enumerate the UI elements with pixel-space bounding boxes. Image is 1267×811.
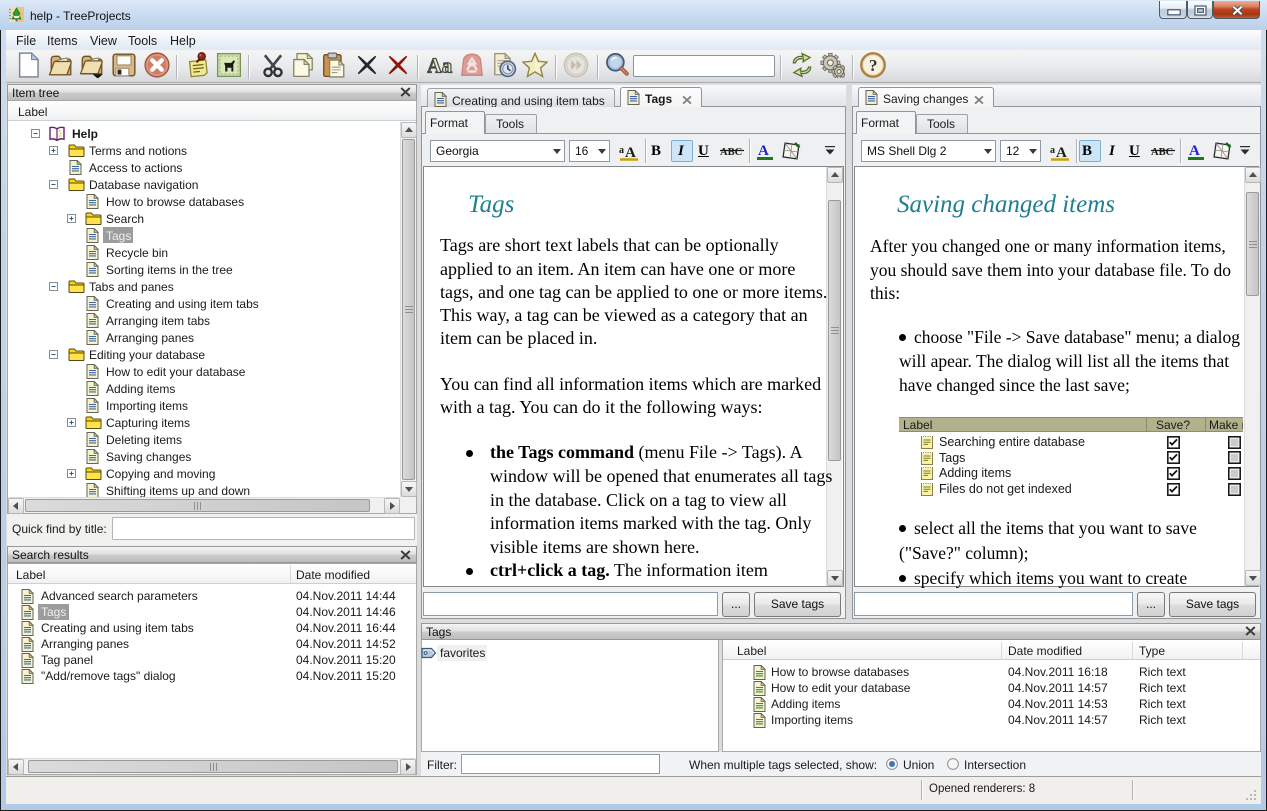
svg-text:A: A <box>1189 143 1200 159</box>
svg-text:A: A <box>758 143 769 159</box>
svg-text:ABC: ABC <box>720 147 742 158</box>
svg-text:a: a <box>1050 145 1055 156</box>
svg-text:ABC: ABC <box>1151 147 1173 158</box>
svg-text:?: ? <box>869 56 878 75</box>
svg-text:Aa: Aa <box>427 56 452 78</box>
svg-text:a: a <box>619 145 624 156</box>
